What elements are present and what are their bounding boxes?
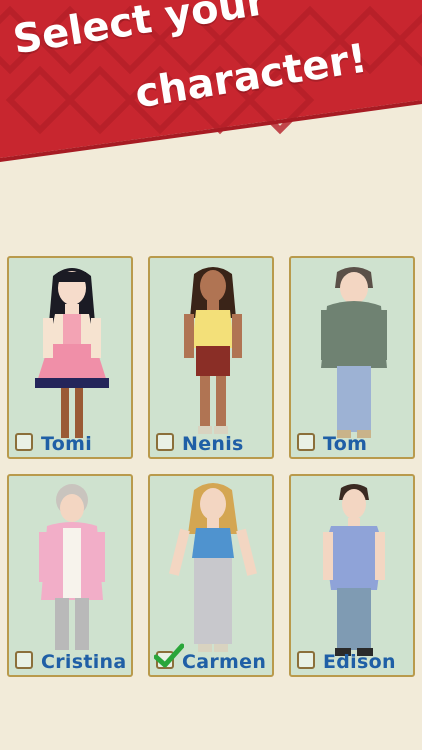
character-edison-figure: [323, 484, 385, 656]
character-card-tom[interactable]: Tom: [289, 256, 415, 459]
character-card-edison[interactable]: Edison: [289, 474, 415, 677]
character-name: Tomi: [41, 433, 93, 455]
checkbox-edison[interactable]: [297, 651, 315, 669]
checkbox-nenis[interactable]: [156, 433, 174, 451]
character-card-nenis[interactable]: Nenis: [148, 256, 274, 459]
character-nenis-figure: [184, 267, 242, 434]
character-card-carmen[interactable]: Carmen: [148, 474, 274, 677]
character-name: Edison: [323, 651, 396, 673]
title-banner: Select your character!: [0, 0, 422, 170]
character-name: Nenis: [182, 433, 244, 455]
character-tom-figure: [321, 267, 387, 438]
checkbox-tomi[interactable]: [15, 433, 33, 451]
character-tomi-figure: [35, 268, 109, 438]
checkbox-cristina[interactable]: [15, 651, 33, 669]
checkbox-tom[interactable]: [297, 433, 315, 451]
character-card-tomi[interactable]: Tomi: [7, 256, 133, 459]
character-name: Cristina: [41, 651, 127, 673]
character-cristina-figure: [39, 484, 105, 650]
character-name: Carmen: [182, 651, 267, 673]
checkmark-icon: [154, 643, 184, 668]
character-card-cristina[interactable]: Cristina: [7, 474, 133, 677]
character-name: Tom: [323, 433, 368, 455]
